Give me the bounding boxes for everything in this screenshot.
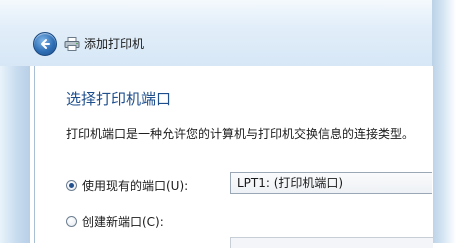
window-frame-right — [432, 0, 456, 243]
printer-icon — [64, 37, 80, 51]
use-existing-port-radio[interactable] — [66, 180, 77, 191]
use-existing-port-option[interactable]: 使用现有的端口(U): — [66, 177, 188, 194]
existing-port-select[interactable]: LPT1: (打印机端口) — [230, 172, 432, 194]
back-button[interactable] — [33, 32, 57, 56]
create-new-port-radio[interactable] — [66, 216, 77, 227]
back-arrow-icon — [41, 39, 50, 49]
create-new-port-label: 创建新端口(C): — [82, 215, 164, 229]
page-description: 打印机端口是一种允许您的计算机与打印机交换信息的连接类型。 — [66, 127, 415, 141]
page-heading: 选择打印机端口 — [66, 90, 172, 108]
window-header — [0, 0, 432, 66]
use-existing-port-label: 使用现有的端口(U): — [82, 179, 189, 193]
window-title: 添加打印机 — [84, 37, 145, 51]
create-new-port-option[interactable]: 创建新端口(C): — [66, 213, 164, 230]
